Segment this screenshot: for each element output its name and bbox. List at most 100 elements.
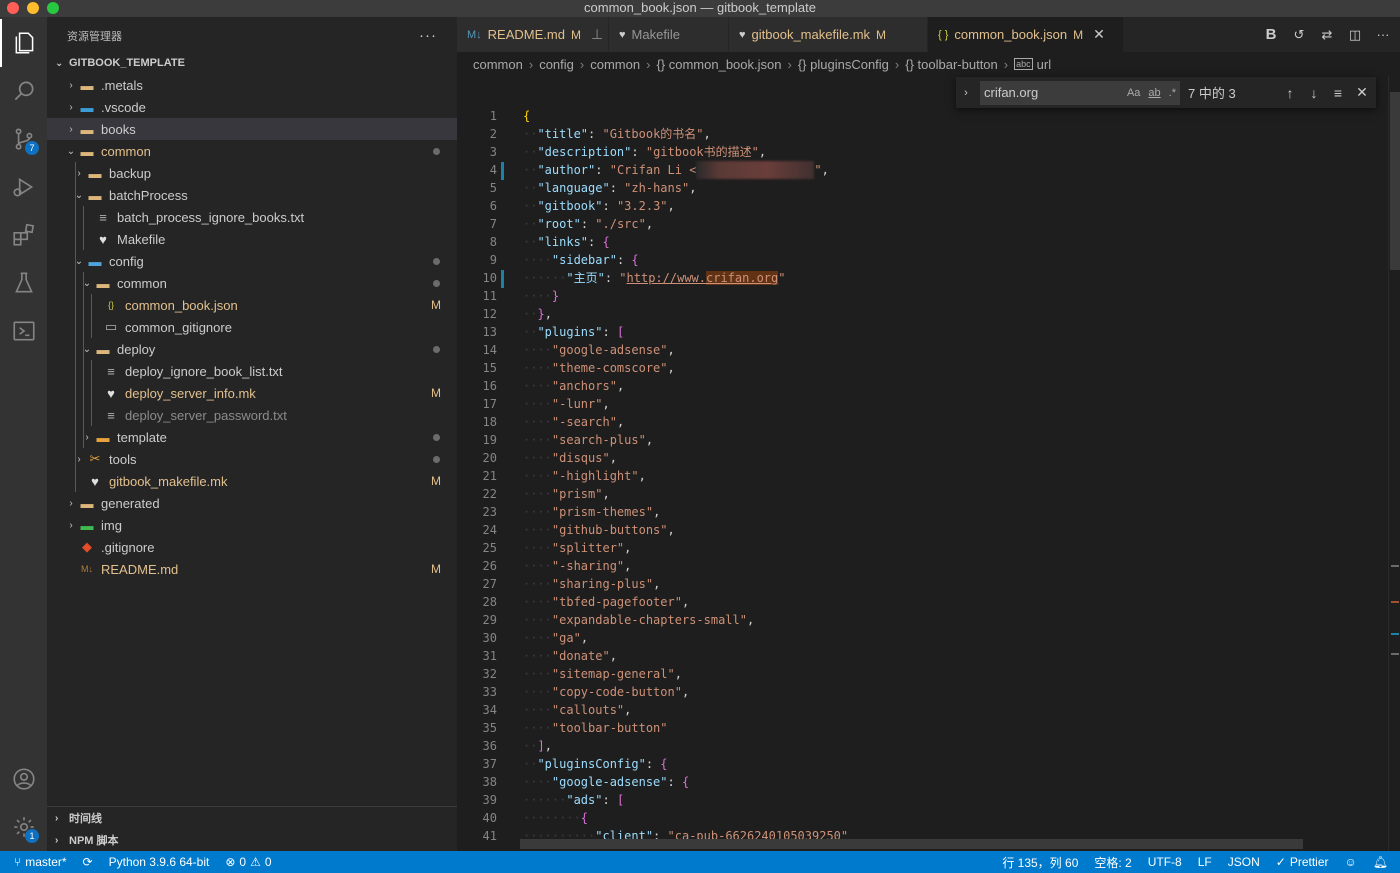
tree-item[interactable]: ≡ batch_process_ignore_books.txt (47, 206, 457, 228)
chevron-right-icon[interactable]: › (63, 102, 79, 113)
chevron-right-icon[interactable]: › (79, 432, 95, 443)
code-editor[interactable]: 1{2 ··"title": "Gitbook的书名", 3 ··"descripti… (457, 76, 1400, 851)
compare-changes-icon[interactable]: ⇄ (1318, 26, 1336, 44)
tree-item[interactable]: ♥ deploy_server_info.mk M (47, 382, 457, 404)
match-case-icon[interactable]: Aa (1127, 87, 1140, 99)
search-icon[interactable] (0, 67, 47, 115)
tab-makefile[interactable]: ♥ Makefile (609, 17, 729, 52)
breadcrumb-item[interactable]: config (539, 57, 574, 72)
tab-gitbook-makefile[interactable]: ♥ gitbook_makefile.mk M (729, 17, 928, 52)
problems-status[interactable]: ⊗ 0 ⚠ 0 (217, 855, 279, 869)
tree-item[interactable]: › ▬ .metals (47, 74, 457, 96)
whole-word-icon[interactable]: ab (1148, 87, 1160, 99)
npm-scripts-section[interactable]: › NPM 脚本 (47, 829, 457, 851)
breadcrumb-item[interactable]: {} common_book.json (656, 57, 781, 72)
encoding[interactable]: UTF-8 (1140, 855, 1190, 869)
window-minimize-button[interactable] (27, 2, 39, 14)
tree-item[interactable]: ♥ gitbook_makefile.mk M (47, 470, 457, 492)
overview-marker (1391, 565, 1399, 567)
chevron-right-icon[interactable]: › (63, 80, 79, 91)
pin-icon[interactable]: ⊥ (591, 26, 603, 43)
tree-item[interactable]: › ▬ backup (47, 162, 457, 184)
find-in-selection-icon[interactable]: ≡ (1326, 85, 1350, 101)
regex-icon[interactable]: .* (1169, 87, 1176, 99)
tree-item[interactable]: ◆ .gitignore (47, 536, 457, 558)
explorer-icon[interactable] (0, 19, 47, 67)
indentation[interactable]: 空格: 2 (1086, 854, 1139, 871)
tree-item[interactable]: ≡ deploy_server_password.txt (47, 404, 457, 426)
tree-item[interactable]: › ▬ template (47, 426, 457, 448)
settings-gear-icon[interactable]: 1 (0, 803, 47, 851)
close-icon[interactable]: ✕ (1350, 84, 1374, 101)
tree-item[interactable]: ⌄ ▬ common (47, 140, 457, 162)
scrollbar-thumb[interactable] (1390, 92, 1400, 270)
sync-icon[interactable]: ⟳ (75, 855, 101, 869)
tree-item[interactable]: ▭ common_gitignore (47, 316, 457, 338)
window-close-button[interactable] (7, 2, 19, 14)
breadcrumb-item[interactable]: common (473, 57, 523, 72)
code-line: 14 ····"google-adsense", (457, 341, 1387, 359)
extensions-icon[interactable] (0, 211, 47, 259)
chevron-down-icon[interactable]: ⌄ (79, 278, 95, 289)
vertical-scrollbar[interactable] (1388, 76, 1400, 851)
breadcrumb-item[interactable]: {} toolbar-button (905, 57, 998, 72)
arrow-down-icon[interactable]: ↓ (1302, 85, 1326, 101)
horizontal-scrollbar[interactable] (520, 839, 1303, 849)
chevron-right-icon[interactable]: › (63, 498, 79, 509)
chevron-right-icon[interactable]: › (63, 124, 79, 135)
arrow-up-icon[interactable]: ↑ (1278, 85, 1302, 101)
tree-item[interactable]: M↓ README.md M (47, 558, 457, 580)
tree-item[interactable]: ≡ deploy_ignore_book_list.txt (47, 360, 457, 382)
breadcrumb-item[interactable]: common (590, 57, 640, 72)
cursor-position[interactable]: 行 135，列 60 (994, 854, 1086, 871)
code-text: ··"links": { (523, 235, 610, 249)
code-line: 29 ····"expandable-chapters-small", (457, 611, 1387, 629)
folder-open-icon: ▬ (88, 187, 102, 203)
toggle-replace-icon[interactable]: › (956, 87, 976, 99)
chevron-down-icon[interactable]: ⌄ (63, 146, 79, 157)
timeline-section[interactable]: › 时间线 (47, 807, 457, 829)
history-icon[interactable]: ↺ (1290, 26, 1308, 44)
end-of-line[interactable]: LF (1190, 855, 1220, 869)
prettier-status[interactable]: ✓ Prettier (1268, 855, 1337, 869)
breadcrumb-item[interactable]: {} pluginsConfig (798, 57, 889, 72)
bold-icon[interactable]: B (1262, 26, 1280, 44)
breadcrumb-item[interactable]: url (1037, 57, 1051, 72)
chevron-right-icon[interactable]: › (71, 168, 87, 179)
split-editor-icon[interactable]: ◫ (1346, 26, 1364, 44)
tree-item[interactable]: › ▬ img (47, 514, 457, 536)
tree-item[interactable]: ⌄ ▬ common (47, 272, 457, 294)
account-icon[interactable] (0, 755, 47, 803)
tree-item[interactable]: › ▬ generated (47, 492, 457, 514)
chevron-right-icon[interactable]: › (71, 454, 87, 465)
tree-item[interactable]: ⌄ ▬ deploy (47, 338, 457, 360)
notifications-bell-icon[interactable]: 🔔︎ (1365, 855, 1400, 869)
close-icon[interactable]: ✕ (1093, 26, 1105, 43)
window-maximize-button[interactable] (47, 2, 59, 14)
python-interpreter[interactable]: Python 3.9.6 64-bit (101, 855, 218, 869)
find-input[interactable]: crifan.org Aa ab .* (980, 80, 1180, 105)
language-mode[interactable]: JSON (1220, 855, 1268, 869)
tree-item[interactable]: › ▬ .vscode (47, 96, 457, 118)
tree-item[interactable]: › ✂ tools (47, 448, 457, 470)
tree-item[interactable]: ♥ Makefile (47, 228, 457, 250)
testing-icon[interactable] (0, 259, 47, 307)
tree-item[interactable]: › ▬ books (47, 118, 457, 140)
branch-status[interactable]: ⑂ master* (0, 855, 75, 869)
tab-readme[interactable]: M↓ README.md M ⊥ (457, 17, 609, 52)
remote-explorer-icon[interactable] (0, 307, 47, 355)
chevron-down-icon[interactable]: ⌄ (71, 256, 87, 267)
chevron-down-icon[interactable]: ⌄ (79, 344, 95, 355)
source-control-icon[interactable]: 7 (0, 115, 47, 163)
tree-item[interactable]: ⌄ ▬ batchProcess (47, 184, 457, 206)
tab-common-book-json[interactable]: { } common_book.json M ✕ (928, 17, 1124, 52)
more-actions-icon[interactable]: ··· (1374, 26, 1392, 44)
tree-item[interactable]: ⌄ ▬ config (47, 250, 457, 272)
feedback-icon[interactable]: ☺ (1337, 855, 1365, 869)
more-actions-icon[interactable]: ··· (419, 27, 437, 44)
chevron-right-icon[interactable]: › (63, 520, 79, 531)
workspace-root[interactable]: ⌄ GITBOOK_TEMPLATE (47, 52, 457, 74)
run-debug-icon[interactable] (0, 163, 47, 211)
chevron-down-icon[interactable]: ⌄ (71, 190, 87, 201)
tree-item[interactable]: {} common_book.json M (47, 294, 457, 316)
